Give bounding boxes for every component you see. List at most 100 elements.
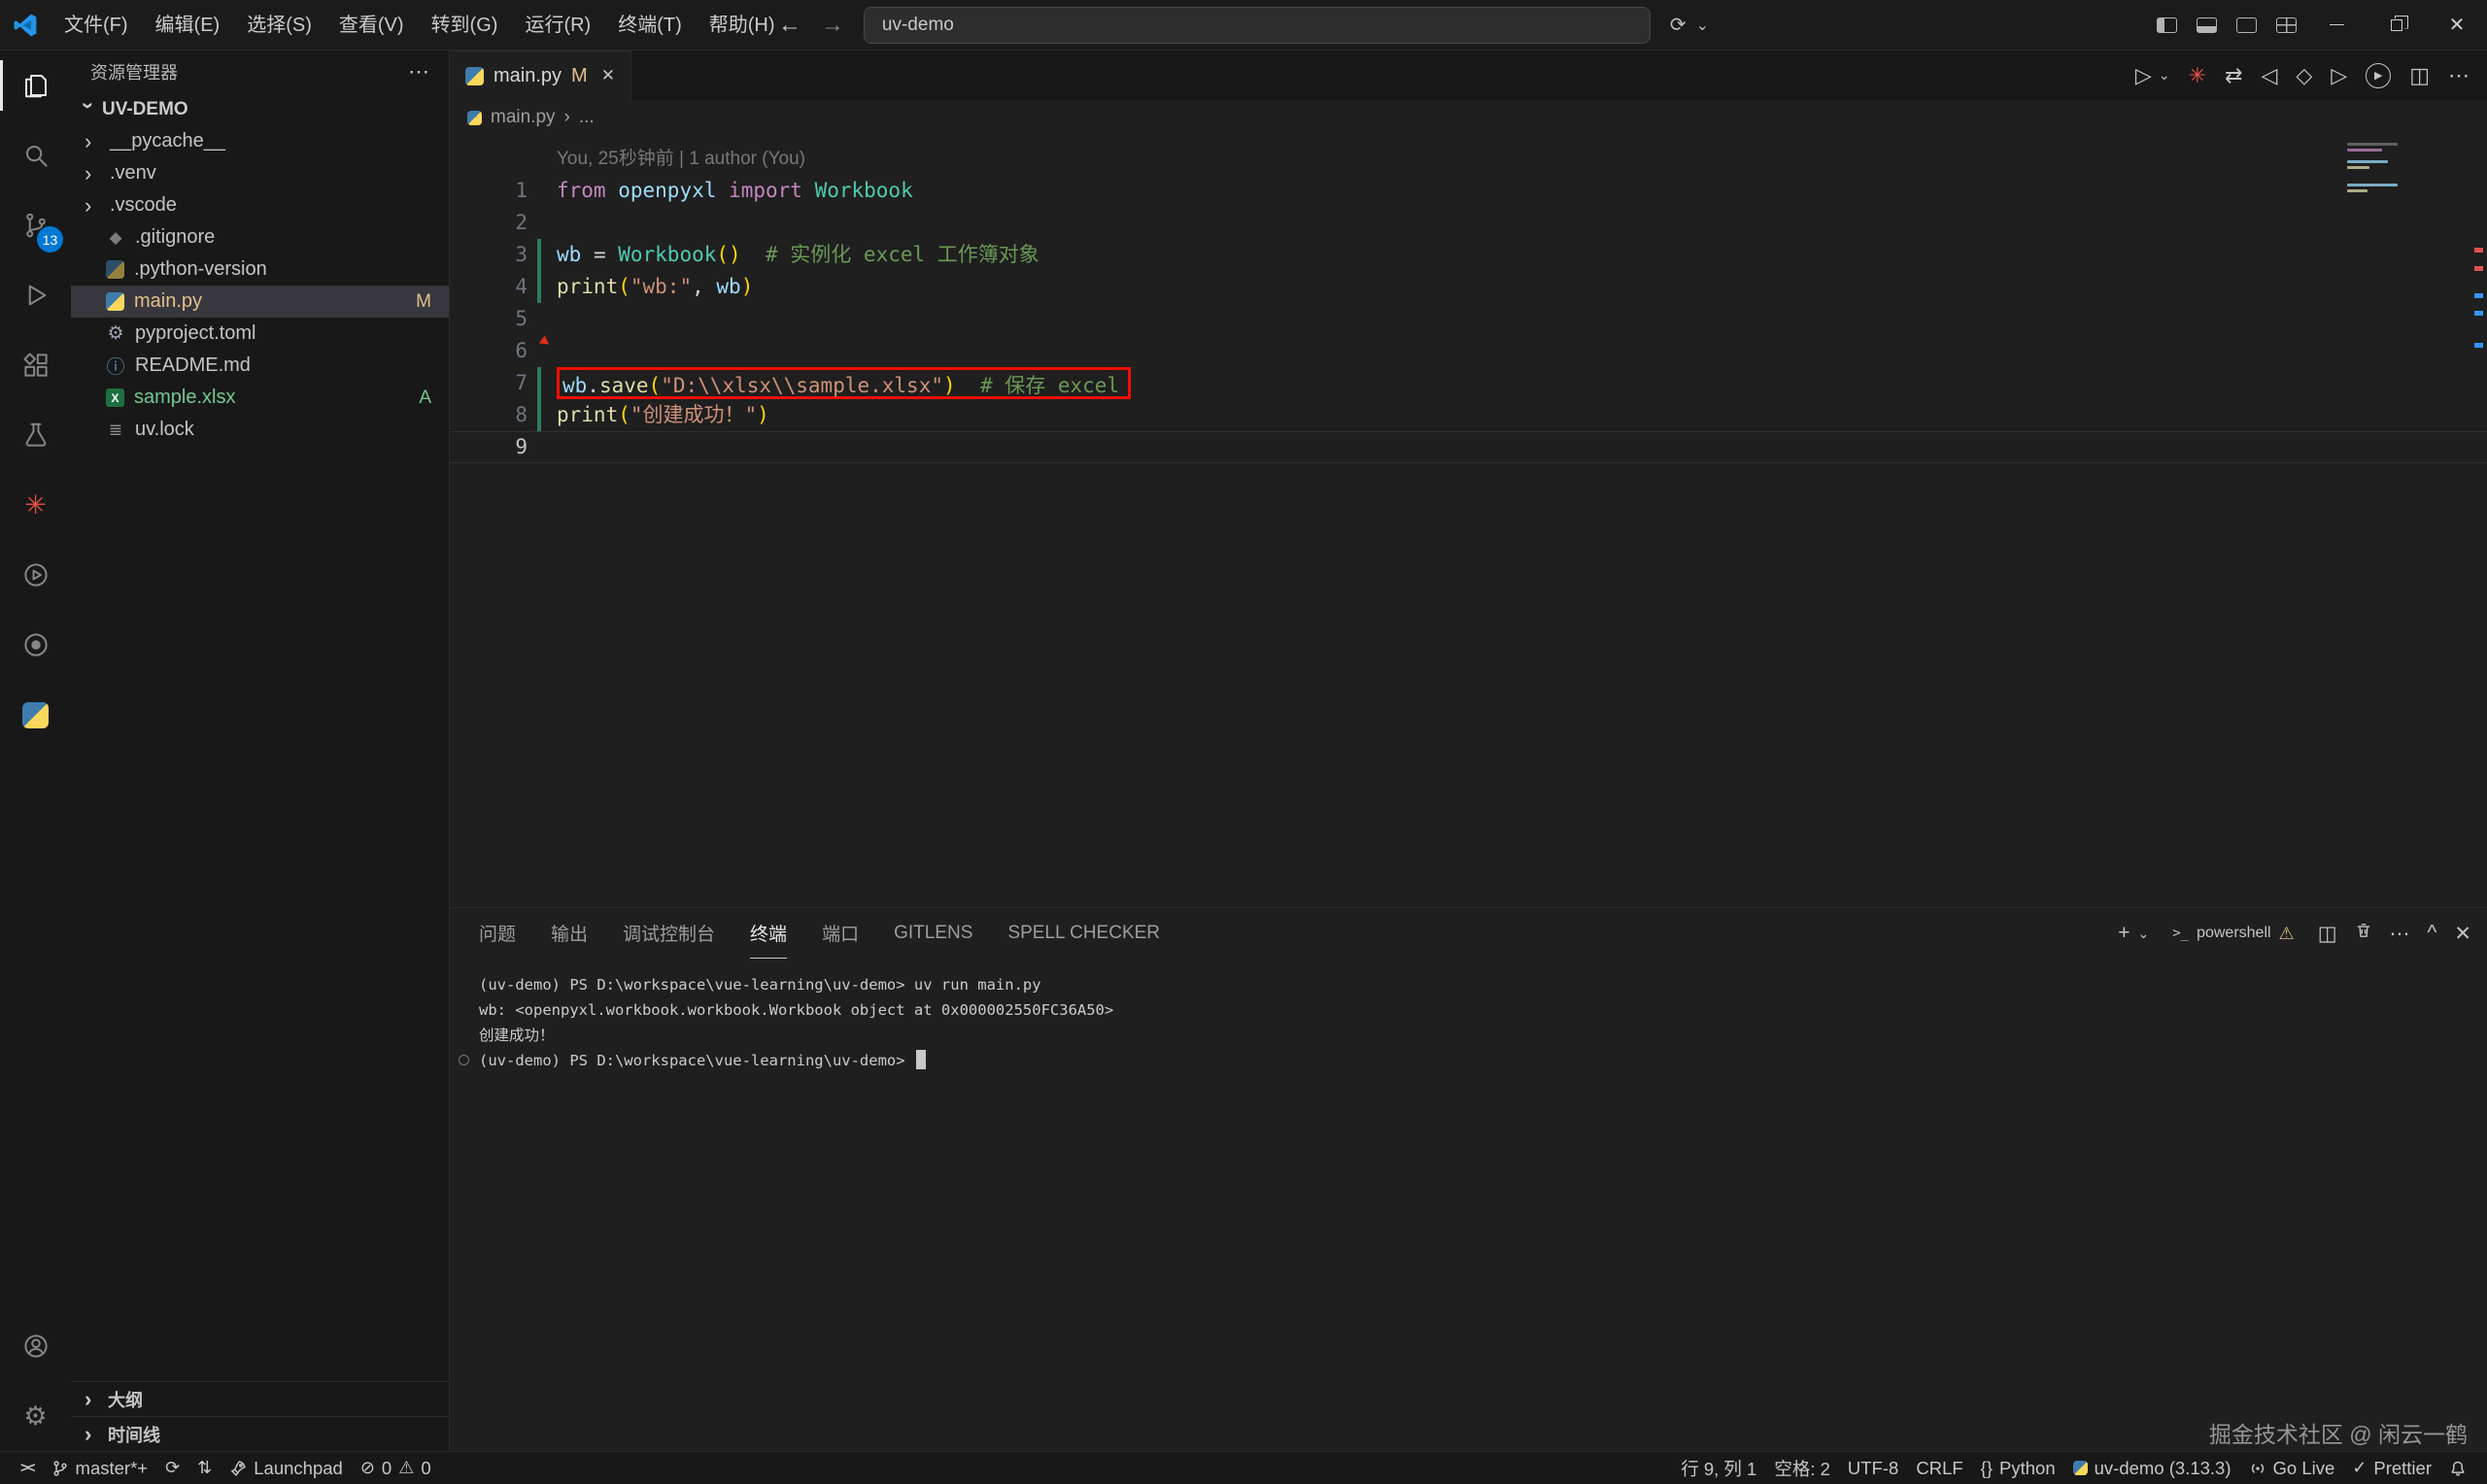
toggle-panel-icon[interactable] [2197,17,2217,33]
panel-tab-问题[interactable]: 问题 [479,908,516,959]
explorer-more-actions-icon[interactable]: ⋯ [408,59,429,84]
language-mode[interactable]: {} Python [1972,1452,2064,1484]
toggle-primary-sidebar-icon[interactable] [2157,17,2177,33]
python-extension-icon[interactable] [0,680,71,750]
testing-icon[interactable] [0,400,71,470]
run-debug-icon[interactable] [0,260,71,330]
tree-item--venv[interactable]: ›.venv [71,157,449,189]
tree-item-uv-lock[interactable]: ≣uv.lock [71,414,449,446]
panel-tab-终端[interactable]: 终端 [750,908,787,959]
launchpad-item[interactable]: Launchpad [221,1452,352,1484]
panel-more-actions-icon[interactable]: ⋯ [2390,922,2410,946]
tree-item--vscode[interactable]: ›.vscode [71,189,449,221]
run-dropdown-icon[interactable]: ⌄ [2159,67,2170,84]
remote-indicator[interactable]: >< [12,1452,43,1484]
menu-item[interactable]: 查看(V) [325,0,418,51]
tree-item-main-py[interactable]: main.pyM [71,286,449,318]
settings-gear-icon[interactable]: ⚙ [0,1381,71,1451]
toggle-secondary-sidebar-icon[interactable] [2236,17,2257,33]
search-icon[interactable] [0,120,71,190]
tree-item--python-version[interactable]: .python-version [71,253,449,286]
breadcrumb-file[interactable]: main.py [491,107,556,128]
menu-item[interactable]: 帮助(H) [696,0,789,51]
tab-close-icon[interactable]: ✕ [601,66,615,85]
extensions-icon[interactable] [0,330,71,400]
tree-item-sample-xlsx[interactable]: sample.xlsxA [71,382,449,414]
code-line: 4print("wb:", wb) [450,271,2487,303]
panel-tab-SPELL CHECKER[interactable]: SPELL CHECKER [1007,908,1160,959]
terminal-tab-powershell[interactable]: >_ powershell ⚠ [2166,924,2300,944]
breadcrumb-symbol[interactable]: ... [579,107,595,128]
split-editor-icon[interactable]: ◫ [2409,63,2430,88]
terminal-output[interactable]: (uv-demo) PS D:\workspace\vue-learning\u… [450,959,2487,1073]
menu-item[interactable]: 运行(R) [511,0,604,51]
prettier-item[interactable]: ✓ Prettier [2343,1452,2440,1484]
menu-item[interactable]: 文件(F) [51,0,142,51]
git-branch-item[interactable]: master*+ [43,1452,157,1484]
code-runner-icon[interactable] [0,540,71,610]
minimize-button[interactable] [2306,0,2367,51]
command-decoration-icon[interactable] [459,1055,469,1065]
menu-item[interactable]: 编辑(E) [142,0,234,51]
terminal-dropdown-icon[interactable]: ⌄ [2137,926,2149,942]
outline-label: 大纲 [108,1387,143,1412]
chevron-down-icon[interactable]: ⌄ [1696,16,1709,35]
eol-sequence[interactable]: CRLF [1907,1452,1971,1484]
customize-layout-icon[interactable] [2276,17,2297,33]
outline-section[interactable]: › 大纲 [71,1381,449,1416]
notifications-bell-icon[interactable] [2440,1452,2475,1484]
close-panel-icon[interactable]: ✕ [2454,922,2471,946]
split-terminal-icon[interactable]: ◫ [2318,922,2337,946]
restore-button[interactable] [2367,0,2427,51]
code-editor[interactable]: You, 25秒钟前 | 1 author (You) 1from openpy… [450,135,2487,907]
vscode-logo-icon[interactable] [0,13,51,38]
panel-tab-调试控制台[interactable]: 调试控制台 [623,908,715,959]
close-button[interactable]: ✕ [2427,0,2487,51]
new-terminal-icon[interactable]: + [2118,922,2129,945]
maximize-panel-icon[interactable]: ^ [2428,922,2437,945]
command-center[interactable]: uv-demo [864,7,1651,44]
run-code-icon[interactable]: ▶ [2366,63,2391,88]
nav-back-icon[interactable]: ← [778,12,801,39]
explorer-icon[interactable] [0,51,71,120]
session-sync-icon[interactable]: ⟳ [1670,13,1686,37]
run-python-file-icon[interactable]: ▷ [2135,63,2152,88]
overview-ruler-mark [2474,266,2483,271]
panel-tab-输出[interactable]: 输出 [551,908,588,959]
panel-tab-端口[interactable]: 端口 [822,908,859,959]
tree-item-readme-md[interactable]: ⓘREADME.md [71,350,449,382]
extension-star-action-icon[interactable]: ✳ [2189,63,2206,88]
tab-main-py[interactable]: main.py M ✕ [450,51,631,100]
source-control-icon[interactable]: 13 [0,190,71,260]
breadcrumb[interactable]: main.py › ... [450,100,2487,135]
menu-item[interactable]: 转到(G) [418,0,512,51]
tree-item--gitignore[interactable]: ◆.gitignore [71,221,449,253]
commit-graph-icon[interactable]: ⇅ [188,1452,221,1484]
tree-item-pyproject-toml[interactable]: ⚙pyproject.toml [71,318,449,350]
next-change-icon[interactable]: ▷ [2331,63,2347,88]
kill-terminal-icon[interactable] [2355,922,2372,945]
panel-tab-GITLENS[interactable]: GITLENS [894,908,972,959]
editor-more-actions-icon[interactable]: ⋯ [2448,63,2470,88]
encoding[interactable]: UTF-8 [1839,1452,1907,1484]
nav-forward-icon[interactable]: → [821,12,844,39]
account-icon[interactable] [0,1311,71,1381]
tree-item--pycache-[interactable]: ›__pycache__ [71,125,449,157]
changes-diamond-icon[interactable]: ◇ [2296,63,2312,88]
extension-star-icon[interactable]: ✳ [0,470,71,540]
project-root-row[interactable]: › UV-DEMO [71,93,449,125]
problems-item[interactable]: ⊘ 0 ⚠ 0 [352,1452,440,1484]
menu-item[interactable]: 选择(S) [233,0,325,51]
indentation[interactable]: 空格: 2 [1765,1452,1839,1484]
live-preview-icon[interactable] [0,610,71,680]
sync-changes-icon[interactable]: ⟳ [156,1452,188,1484]
chevron-collapsed-icon: › [85,1387,100,1412]
go-live-item[interactable]: Go Live [2240,1452,2344,1484]
previous-change-icon[interactable]: ◁ [2261,63,2277,88]
cursor-position[interactable]: 行 9, 列 1 [1672,1452,1765,1484]
timeline-section[interactable]: › 时间线 [71,1416,449,1451]
minimap[interactable] [2347,143,2423,201]
menu-item[interactable]: 终端(T) [604,0,696,51]
compare-icon[interactable]: ⇄ [2225,63,2242,88]
python-interpreter[interactable]: uv-demo (3.13.3) [2064,1452,2240,1484]
